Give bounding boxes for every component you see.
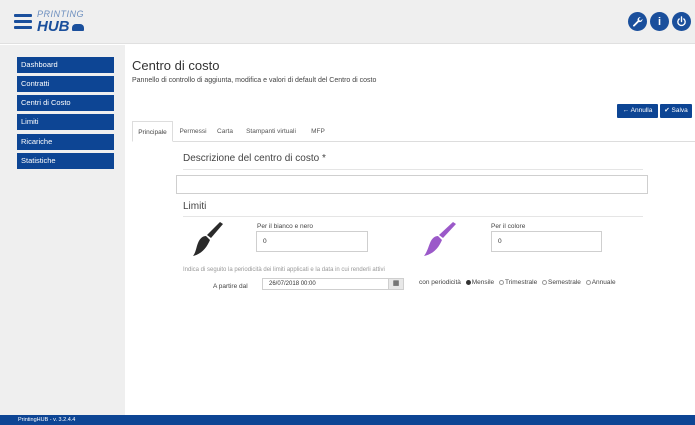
app-logo[interactable]: PRINTING HUB	[37, 9, 84, 34]
sidebar: Dashboard Contratti Centri di Costo Limi…	[0, 45, 125, 415]
info-icon[interactable]: i	[650, 12, 669, 31]
radio-annuale[interactable]: Annuale	[585, 279, 616, 286]
radio-trimestrale-label: Trimestrale	[504, 279, 538, 286]
radio-annuale-label: Annuale	[591, 279, 616, 286]
periodicita-radio-group: con periodicità Mensile Trimestrale Seme…	[419, 279, 616, 286]
info-glyph: i	[657, 15, 662, 28]
radio-mensile-label: Mensile	[471, 279, 495, 286]
radio-semestrale[interactable]: Semestrale	[542, 279, 581, 286]
colore-input[interactable]: 0	[491, 231, 602, 252]
divider	[183, 216, 643, 217]
main-content: Centro di costo Pannello di controllo di…	[125, 45, 695, 415]
cloud-icon	[71, 24, 84, 31]
bianco-nero-label: Per il bianco e nero	[257, 223, 314, 230]
sidebar-item-contratti[interactable]: Contratti	[17, 76, 114, 92]
hamburger-menu-icon[interactable]	[14, 14, 32, 29]
limiti-title: Limiti	[183, 201, 207, 212]
version-text: PrintingHUB - v. 3.2.4.4	[18, 417, 76, 423]
bianco-nero-input[interactable]: 0	[256, 231, 368, 252]
partire-label: A partire dal	[213, 283, 248, 290]
radio-mensile[interactable]: Mensile	[465, 279, 495, 286]
radio-dot	[498, 279, 504, 285]
annulla-label: Annulla	[630, 107, 653, 114]
tab-stampanti-virtuali[interactable]: Stampanti virtuali	[240, 121, 302, 142]
tab-carta[interactable]: Carta	[214, 121, 236, 142]
sidebar-item-centri-di-costo[interactable]: Centri di Costo	[17, 95, 114, 111]
annulla-button[interactable]: ← Annulla	[617, 104, 658, 118]
radio-dot	[465, 279, 471, 285]
descrizione-title: Descrizione del centro di costo *	[183, 153, 326, 164]
radio-dot	[542, 279, 548, 285]
footer: PrintingHUB - v. 3.2.4.4	[0, 415, 695, 425]
sidebar-item-ricariche[interactable]: Ricariche	[17, 134, 114, 150]
date-input[interactable]: 26/07/2018 00:00	[262, 278, 404, 290]
page-title: Centro di costo	[132, 58, 220, 73]
salva-button[interactable]: ✔ Salva	[660, 104, 692, 118]
sidebar-item-dashboard[interactable]: Dashboard	[17, 57, 114, 73]
descrizione-input[interactable]	[176, 175, 648, 194]
sidebar-item-statistiche[interactable]: Statistiche	[17, 153, 114, 169]
calendar-icon[interactable]: ▦	[388, 278, 404, 290]
power-icon[interactable]	[672, 12, 691, 31]
page-subtitle: Pannello di controllo di aggiunta, modif…	[132, 77, 377, 84]
logo-line2: HUB	[37, 18, 70, 35]
wrench-icon[interactable]	[628, 12, 647, 31]
radio-semestrale-label: Semestrale	[548, 279, 581, 286]
sidebar-item-limiti[interactable]: Limiti	[17, 114, 114, 130]
periodicita-hint: Indica di seguito la periodicità dei lim…	[183, 267, 385, 273]
divider	[183, 169, 643, 170]
periodicita-label: con periodicità	[419, 279, 461, 286]
tab-permessi[interactable]: Permessi	[176, 121, 210, 142]
purple-brush-icon	[424, 222, 456, 256]
tab-principale[interactable]: Principale	[132, 121, 173, 142]
radio-trimestrale[interactable]: Trimestrale	[498, 279, 538, 286]
top-bar: PRINTING HUB i	[0, 0, 695, 44]
tab-mfp[interactable]: MFP	[306, 121, 330, 142]
radio-dot	[585, 279, 591, 285]
colore-label: Per il colore	[491, 223, 526, 230]
tab-bar: Principale Permessi Carta Stampanti virt…	[132, 121, 695, 142]
salva-label: Salva	[671, 107, 688, 114]
black-brush-icon	[193, 222, 223, 256]
